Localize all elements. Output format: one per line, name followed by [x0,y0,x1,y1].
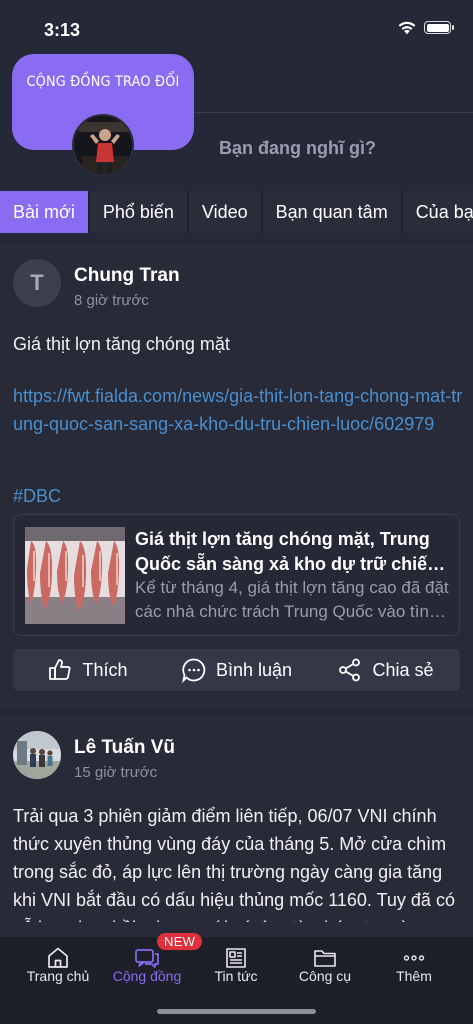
wifi-icon [398,21,416,35]
nav-label-tools: Công cụ [298,968,352,984]
nav-label-news: Tin tức [214,968,258,984]
tab-cua-ban[interactable]: Của bạn [402,191,473,233]
post-author[interactable]: Chung Tran [74,265,180,287]
tab-video[interactable]: Video [188,191,261,233]
link-preview-thumbnail [25,527,125,624]
author-avatar[interactable]: T [13,259,61,307]
post-link[interactable]: https://fwt.fialda.com/news/gia-thit-lon… [13,382,465,438]
link-preview-title: Giá thịt lợn tăng chóng mặt, Trung Quốc … [135,529,439,574]
nav-label-home: Trang chủ [26,968,90,984]
home-indicator [157,1009,316,1014]
status-time: 3:13 [44,20,81,40]
thumbs-up-icon [49,659,71,680]
current-user-avatar[interactable] [72,114,134,176]
nav-item-news[interactable]: Tin tức [191,937,281,997]
nav-item-more[interactable]: Thêm [369,937,459,997]
author-avatar[interactable] [13,731,61,779]
share-button[interactable]: Chia sẻ [311,649,460,691]
link-preview-card[interactable]: Giá thịt lợn tăng chóng mặt, Trung Quốc … [13,514,460,636]
post-hashtag[interactable]: #DBC [13,484,61,508]
post-text: Trải qua 3 phiên giảm điểm liên tiếp, 06… [13,806,455,922]
post-text: Giá thịt lợn tăng chóng mặt [13,334,230,354]
divider [194,112,473,113]
post-time: 15 giờ trước [74,764,158,781]
post-author[interactable]: Lê Tuấn Vũ [74,737,175,759]
like-button[interactable]: Thích [13,649,162,691]
feed-post: Lê Tuấn Vũ 15 giờ trước Trải qua 3 phiên… [0,716,473,936]
link-preview-description: Kể từ tháng 4, giá thịt lợn tăng cao đã … [135,578,449,621]
community-title: CỘNG ĐỒNG TRAO ĐỔI [26,74,180,90]
status-bar: 3:13 [0,0,473,54]
post-time: 8 giờ trước [74,292,149,309]
comment-icon [182,658,206,683]
nav-item-community[interactable]: NEW Cộng đồng [102,933,203,997]
battery-icon [424,21,454,34]
share-icon [339,658,361,682]
feed-post: T Chung Tran 8 giờ trước Giá thịt lợn tă… [0,244,473,708]
status-icons [397,20,454,35]
whats-on-your-mind-input[interactable]: Bạn đang nghĩ gì? [219,138,376,159]
post-actions: Thích Bình luận Chia sẻ [13,649,460,691]
share-label: Chia sẻ [372,659,434,680]
like-label: Thích [82,659,128,680]
comment-button[interactable]: Bình luận [162,649,311,691]
nav-item-tools[interactable]: Công cụ [280,937,370,997]
avatar-letter: T [30,270,44,295]
nav-label-more: Thêm [396,968,432,984]
nav-item-home[interactable]: Trang chủ [13,937,103,997]
feed-tabs: Bài mới Phổ biến Video Bạn quan tâm Của … [0,191,473,233]
compose-area: CỘNG ĐỒNG TRAO ĐỔI Bạn đang nghĩ gì? [0,54,473,186]
tab-ban-quan-tam[interactable]: Bạn quan tâm [262,191,401,233]
tab-pho-bien[interactable]: Phổ biến [89,191,187,233]
nav-label-community: Cộng đồng [112,968,182,984]
tab-bai-moi[interactable]: Bài mới [0,191,88,233]
comment-label: Bình luận [215,659,293,680]
